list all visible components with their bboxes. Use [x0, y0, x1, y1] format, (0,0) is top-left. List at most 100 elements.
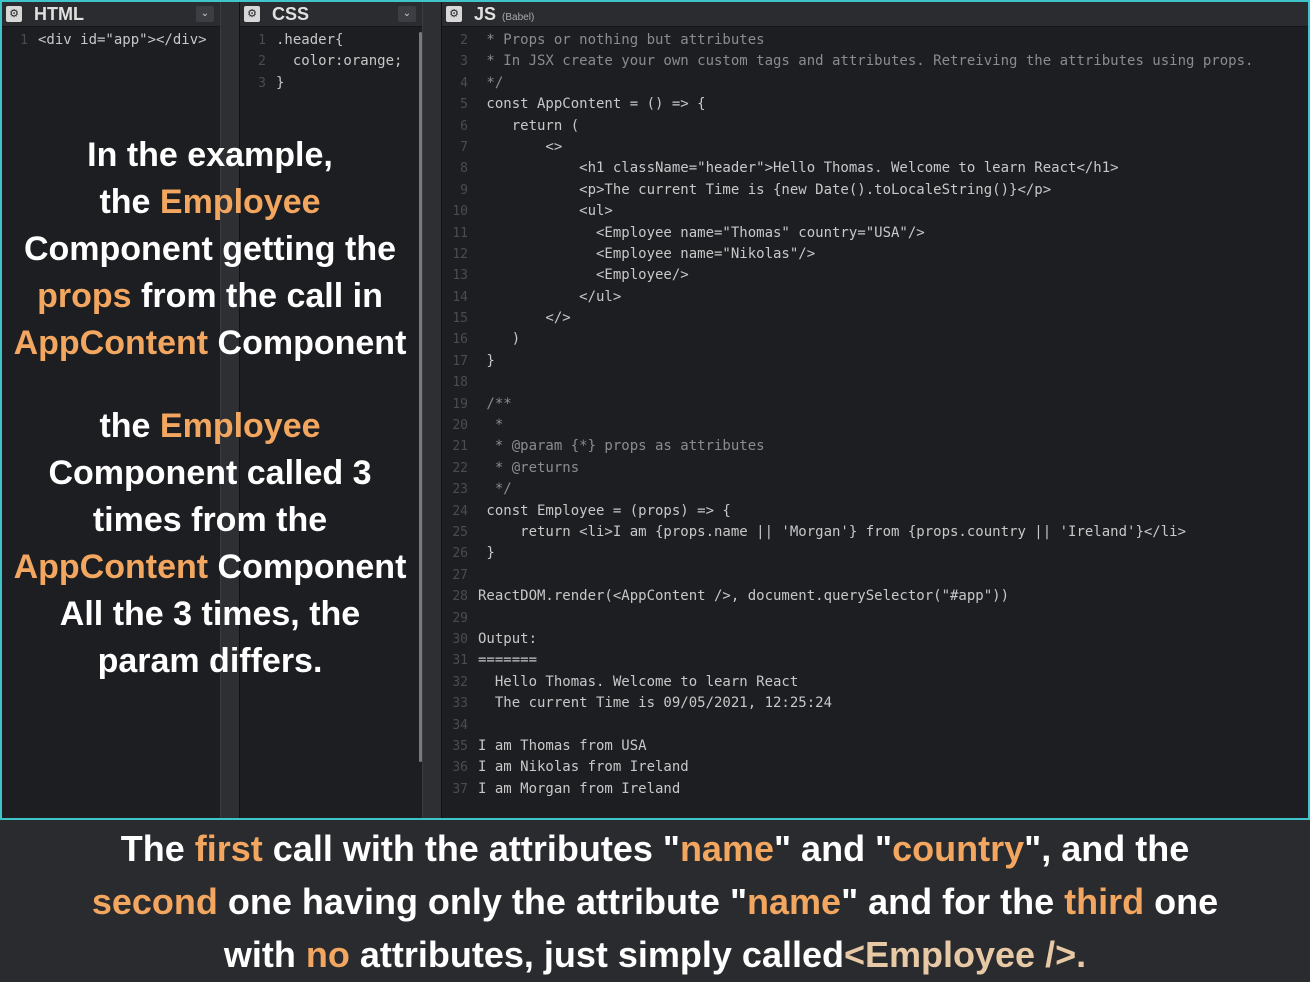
code-line[interactable]: 19 /**: [442, 394, 1253, 415]
line-number: 30: [452, 631, 468, 647]
code-text: =======: [478, 652, 538, 669]
line-number: 1: [258, 33, 266, 48]
text-span: attributes, just simply called: [349, 934, 844, 975]
highlight: no: [305, 934, 350, 975]
code-line[interactable]: 11 <Employee name="Thomas" country="USA"…: [442, 223, 1253, 244]
code-line[interactable]: 1 <div id="app"></div>: [2, 30, 206, 51]
code-line[interactable]: 37 I am Morgan from Ireland: [442, 779, 1253, 800]
text-span: one: [1144, 881, 1219, 922]
code-line[interactable]: 2 color:orange;: [240, 51, 402, 72]
code-line[interactable]: 18: [442, 372, 1253, 393]
text-span: the: [99, 183, 160, 221]
code-line[interactable]: 32 Hello Thomas. Welcome to learn React: [442, 672, 1253, 693]
code-line[interactable]: 2 * Props or nothing but attributes: [442, 30, 1253, 51]
line-number: 26: [452, 546, 468, 562]
code-text: /**: [478, 395, 512, 412]
text-span: " and ": [773, 828, 893, 869]
line-number: 12: [452, 246, 468, 262]
code-line[interactable]: 23 */: [442, 479, 1253, 500]
highlight: AppContent: [13, 324, 209, 362]
text-span: call with the attributes ": [262, 828, 680, 869]
code-line[interactable]: 29: [442, 608, 1253, 629]
code-line[interactable]: 26 }: [442, 543, 1253, 564]
code-line[interactable]: 3 * In JSX create your own custom tags a…: [442, 51, 1253, 72]
line-number: 4: [460, 75, 468, 91]
code-text: </ul>: [478, 288, 622, 305]
code-line[interactable]: 16 ): [442, 329, 1253, 350]
panel-resize-handle[interactable]: [419, 2, 442, 818]
code-line[interactable]: 15 </>: [442, 308, 1253, 329]
code-line[interactable]: 22 * @returns: [442, 458, 1253, 479]
code-line[interactable]: 27: [442, 565, 1253, 586]
code-text: <Employee name="Nikolas"/>: [478, 245, 816, 262]
text-span: with: [223, 934, 306, 975]
text-span: ", and the: [1024, 828, 1190, 869]
code-text: * Props or nothing but attributes: [478, 32, 765, 48]
code-line[interactable]: 5 const AppContent = () => {: [442, 94, 1253, 115]
chevron-down-icon[interactable]: ⌄: [398, 6, 416, 22]
explanation-text: In the example, the Employee Component g…: [0, 132, 420, 685]
highlight: Employee: [159, 407, 321, 445]
code-line[interactable]: 14 </ul>: [442, 287, 1253, 308]
code-line[interactable]: 25 return <li>I am {props.name || 'Morga…: [442, 522, 1253, 543]
js-code[interactable]: 2 * Props or nothing but attributes 3 * I…: [442, 30, 1253, 800]
text-span: " and for the: [841, 881, 1065, 922]
code-line[interactable]: 21 * @param {*} props as attributes: [442, 436, 1253, 457]
css-code[interactable]: 1 .header{2 color:orange; 3}: [240, 30, 402, 94]
html-code[interactable]: 1 <div id="app"></div>: [2, 30, 206, 51]
code-text: <p>The current Time is {new Date().toLoc…: [478, 181, 1052, 198]
code-text: }: [478, 352, 495, 369]
code-text: I am Thomas from USA: [478, 737, 647, 754]
code-line[interactable]: 8 <h1 className="header">Hello Thomas. W…: [442, 158, 1253, 179]
code-line[interactable]: 4 */: [442, 73, 1253, 94]
code-line[interactable]: 17 }: [442, 351, 1253, 372]
code-line[interactable]: 1 .header{: [240, 30, 402, 51]
line-number: 32: [452, 674, 468, 690]
line-number: 14: [452, 289, 468, 305]
text-span: from the call in: [131, 277, 383, 315]
code-line[interactable]: 7 <>: [442, 137, 1253, 158]
highlight: <Employee />.: [843, 934, 1087, 975]
line-number: 31: [452, 653, 468, 669]
text-span: Component: [208, 324, 407, 362]
line-number: 8: [460, 161, 468, 177]
text-span: the: [99, 407, 160, 445]
code-line[interactable]: 30 Output:: [442, 629, 1253, 650]
code-line[interactable]: 3}: [240, 73, 402, 94]
code-text: color:orange;: [276, 53, 403, 70]
line-number: 20: [452, 418, 468, 434]
line-number: 1: [20, 33, 28, 48]
code-text: The current Time is 09/05/2021, 12:25:24: [478, 695, 833, 712]
line-number: 36: [452, 760, 468, 776]
code-line[interactable]: 9 <p>The current Time is {new Date().toL…: [442, 180, 1253, 201]
code-line[interactable]: 20 *: [442, 415, 1253, 436]
line-number: 24: [452, 503, 468, 519]
caption-text: The first call with the attributes "name…: [10, 822, 1300, 981]
text-line: AppContent Component: [0, 544, 420, 591]
code-line[interactable]: 35 I am Thomas from USA: [442, 736, 1253, 757]
line-number: 6: [460, 118, 468, 134]
js-panel[interactable]: ⚙ JS (Babel) 2 * Props or nothing but att…: [442, 2, 1308, 818]
code-line[interactable]: 6 return (: [442, 116, 1253, 137]
text-line: Component called 3: [48, 454, 372, 492]
code-text: I am Morgan from Ireland: [478, 780, 681, 797]
code-line[interactable]: 33 The current Time is 09/05/2021, 12:25…: [442, 693, 1253, 714]
line-number: 27: [452, 567, 468, 583]
chevron-down-icon[interactable]: ⌄: [196, 6, 214, 22]
code-line[interactable]: 36 I am Nikolas from Ireland: [442, 757, 1253, 778]
text-line: the Employee: [0, 403, 420, 450]
code-line[interactable]: 13 <Employee/>: [442, 265, 1253, 286]
highlight: second: [91, 881, 218, 922]
code-text: * @returns: [478, 459, 580, 476]
gear-icon[interactable]: ⚙: [244, 6, 260, 22]
gear-icon[interactable]: ⚙: [6, 6, 22, 22]
code-line[interactable]: 12 <Employee name="Nikolas"/>: [442, 244, 1253, 265]
code-line[interactable]: 28 ReactDOM.render(<AppContent />, docume…: [442, 586, 1253, 607]
code-line[interactable]: 24 const Employee = (props) => {: [442, 501, 1253, 522]
line-number: 34: [452, 717, 468, 733]
code-line[interactable]: 10 <ul>: [442, 201, 1253, 222]
code-line[interactable]: 31 =======: [442, 650, 1253, 671]
code-line[interactable]: 34: [442, 715, 1253, 736]
gear-icon[interactable]: ⚙: [446, 6, 462, 22]
panel-title: CSS: [272, 4, 310, 24]
